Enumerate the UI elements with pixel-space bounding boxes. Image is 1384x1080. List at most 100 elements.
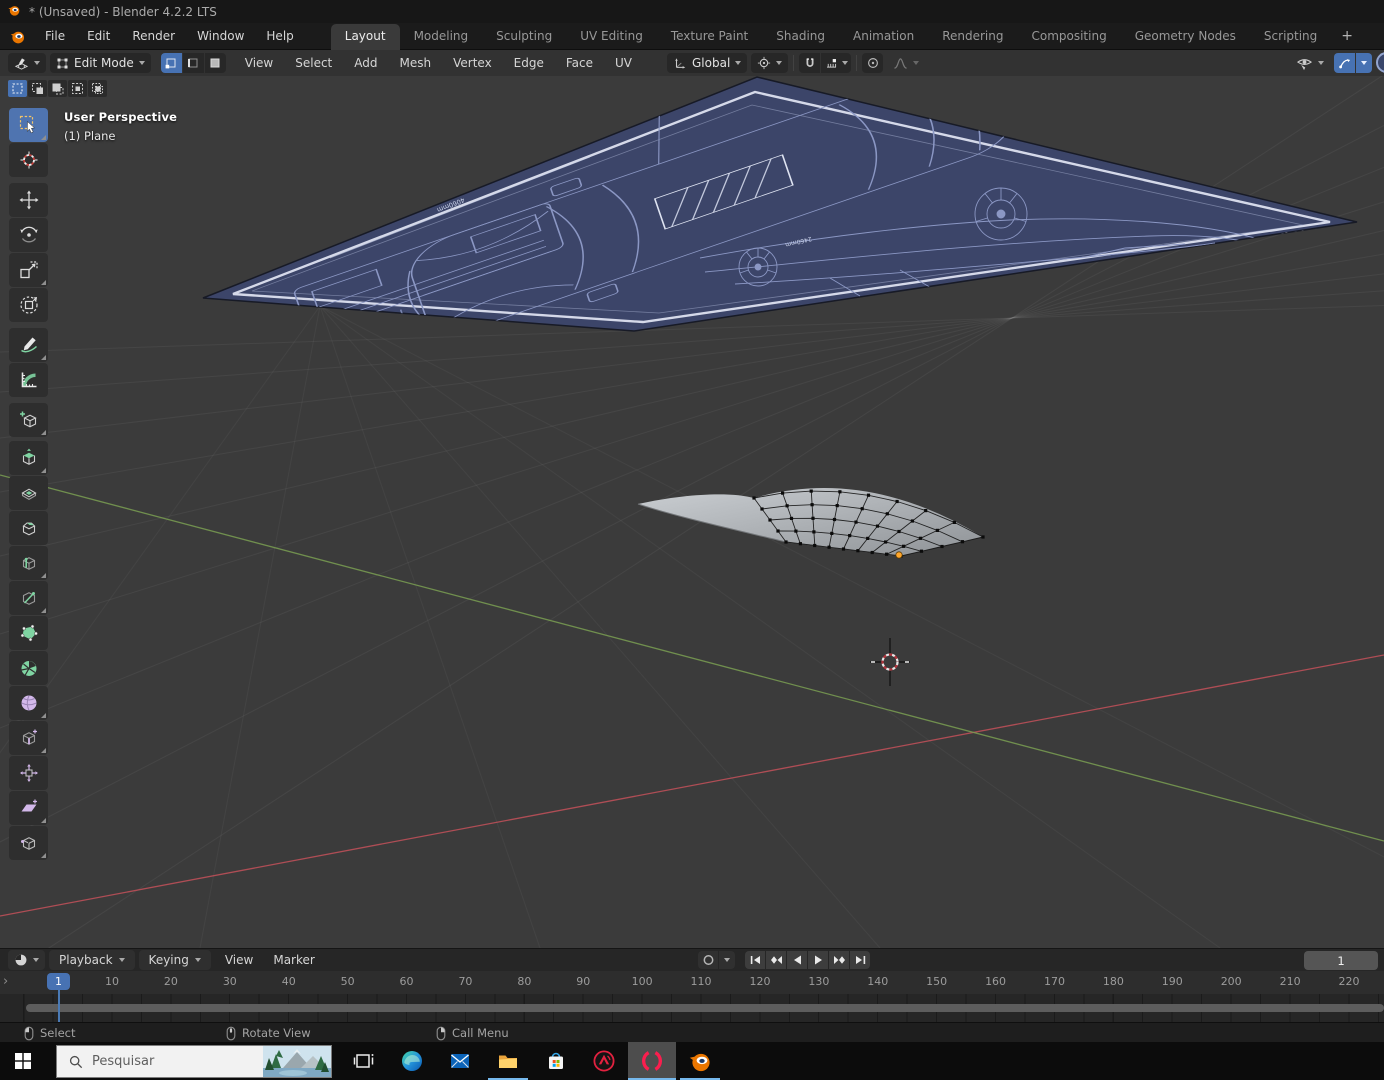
tool-edge-slide[interactable]: [9, 721, 48, 755]
tool-smooth[interactable]: [9, 686, 48, 720]
edited-mesh-plane[interactable]: [637, 488, 985, 559]
proportional-falloff-dropdown[interactable]: [887, 53, 925, 73]
tool-cursor[interactable]: [9, 143, 48, 177]
auto-keying-toggle[interactable]: [698, 951, 718, 969]
tool-rip-region[interactable]: [9, 826, 48, 860]
tab-uv-editing[interactable]: UV Editing: [566, 24, 657, 50]
tab-animation[interactable]: Animation: [839, 24, 928, 50]
jump-to-end-button[interactable]: [850, 951, 870, 969]
play-button[interactable]: [808, 951, 828, 969]
taskbar-app-opera-gx[interactable]: [628, 1042, 676, 1080]
viewport-menu-add[interactable]: Add: [343, 50, 388, 76]
start-button[interactable]: [0, 1042, 46, 1080]
select-subtract-button[interactable]: [48, 80, 67, 97]
auto-keying-dropdown[interactable]: [719, 951, 735, 969]
tool-add-cube[interactable]: [9, 403, 48, 437]
tool-measure[interactable]: [9, 363, 48, 397]
add-workspace-button[interactable]: +: [1331, 24, 1363, 49]
current-frame-field[interactable]: 1: [1304, 951, 1378, 970]
tool-move[interactable]: [9, 183, 48, 217]
menu-file[interactable]: File: [34, 23, 76, 49]
tab-layout[interactable]: Layout: [330, 23, 400, 50]
timeline-scrollbar[interactable]: [26, 1004, 1384, 1012]
tab-modeling[interactable]: Modeling: [400, 24, 483, 50]
face-select-button[interactable]: [204, 53, 226, 73]
timeline-menu-marker[interactable]: Marker: [263, 950, 324, 970]
select-extend-button[interactable]: [28, 80, 47, 97]
collapse-arrow-icon[interactable]: ›: [3, 974, 8, 989]
tool-annotate[interactable]: [9, 328, 48, 362]
tab-sculpting[interactable]: Sculpting: [482, 24, 566, 50]
edge-select-button[interactable]: [182, 53, 204, 73]
tool-bevel[interactable]: [9, 511, 48, 545]
gizmos-toggle-button[interactable]: [1334, 53, 1355, 73]
taskbar-app-blender[interactable]: [676, 1042, 724, 1080]
viewport-menu-edge[interactable]: Edge: [503, 50, 555, 76]
timeline-menu-playback[interactable]: Playback: [49, 950, 135, 970]
tool-loop-cut[interactable]: [9, 546, 48, 580]
search-decoration-image[interactable]: [263, 1046, 331, 1077]
editor-type-button[interactable]: [8, 53, 46, 73]
tool-transform[interactable]: [9, 288, 48, 322]
menu-window[interactable]: Window: [186, 23, 255, 49]
vertex-select-button[interactable]: [160, 53, 182, 73]
snap-toggle-button[interactable]: [799, 53, 821, 73]
viewport-shading-button-partial[interactable]: [1376, 52, 1384, 73]
pivot-point-dropdown[interactable]: [751, 53, 789, 73]
transform-orientation-dropdown[interactable]: Global: [667, 53, 748, 73]
timeline-ruler[interactable]: › 10 20 30 40 50 60 70 80 90 100 110 120 130 140 150 16…: [0, 971, 1384, 994]
tab-rendering[interactable]: Rendering: [928, 24, 1017, 50]
viewport-menu-vertex[interactable]: Vertex: [442, 50, 503, 76]
taskbar-app-task-view[interactable]: [340, 1042, 388, 1080]
mode-dropdown[interactable]: Edit Mode: [50, 53, 151, 73]
playhead-frame-badge[interactable]: 1: [47, 973, 70, 990]
select-intersect-button[interactable]: [88, 80, 107, 97]
tab-scripting[interactable]: Scripting: [1250, 24, 1331, 50]
taskbar-search[interactable]: [56, 1045, 332, 1078]
tool-extrude-region[interactable]: [9, 441, 48, 475]
select-set-button[interactable]: [8, 80, 27, 97]
tool-knife[interactable]: [9, 581, 48, 615]
viewport-menu-view[interactable]: View: [234, 50, 284, 76]
timeline-editor-type-button[interactable]: [8, 950, 45, 970]
viewport-3d[interactable]: Ford Escort MK3 1987 4060mm 2460mm User …: [0, 76, 1384, 948]
blueprint-plane-object[interactable]: Ford Escort MK3 1987 4060mm 2460mm: [202, 76, 1358, 358]
tab-shading[interactable]: Shading: [762, 24, 839, 50]
tool-shear[interactable]: [9, 791, 48, 825]
tool-scale[interactable]: [9, 253, 48, 287]
show-hide-dropdown[interactable]: [1290, 53, 1330, 73]
viewport-menu-uv[interactable]: UV: [604, 50, 643, 76]
select-invert-button[interactable]: [68, 80, 87, 97]
viewport-menu-select[interactable]: Select: [284, 50, 343, 76]
tool-rotate[interactable]: [9, 218, 48, 252]
menu-help[interactable]: Help: [255, 23, 304, 49]
tool-poly-build[interactable]: [9, 616, 48, 650]
jump-to-start-button[interactable]: [745, 951, 765, 969]
tab-geometry-nodes[interactable]: Geometry Nodes: [1121, 24, 1250, 50]
taskbar-app-radeon[interactable]: [580, 1042, 628, 1080]
snap-target-dropdown[interactable]: [821, 53, 852, 73]
viewport-menu-face[interactable]: Face: [555, 50, 604, 76]
tab-compositing[interactable]: Compositing: [1017, 24, 1120, 50]
blender-menu-icon[interactable]: [0, 28, 34, 45]
tool-tweak-select-box[interactable]: [9, 108, 48, 142]
search-input[interactable]: [92, 1054, 242, 1069]
tab-texture-paint[interactable]: Texture Paint: [657, 24, 762, 50]
tool-shrink-fatten[interactable]: [9, 756, 48, 790]
timeline-menu-view[interactable]: View: [215, 950, 263, 970]
menu-render[interactable]: Render: [121, 23, 186, 49]
timeline-menu-keying[interactable]: Keying: [138, 950, 211, 970]
taskbar-app-store[interactable]: [532, 1042, 580, 1080]
play-reverse-button[interactable]: [787, 951, 807, 969]
taskbar-app-edge[interactable]: [388, 1042, 436, 1080]
tool-spin[interactable]: [9, 651, 48, 685]
viewport-menu-mesh[interactable]: Mesh: [389, 50, 443, 76]
taskbar-app-file-explorer[interactable]: [484, 1042, 532, 1080]
next-keyframe-button[interactable]: [829, 951, 849, 969]
gizmos-dropdown[interactable]: [1356, 53, 1372, 73]
menu-edit[interactable]: Edit: [76, 23, 121, 49]
tool-inset-faces[interactable]: [9, 476, 48, 510]
proportional-editing-toggle[interactable]: [862, 53, 884, 73]
taskbar-app-mail[interactable]: [436, 1042, 484, 1080]
previous-keyframe-button[interactable]: [766, 951, 786, 969]
